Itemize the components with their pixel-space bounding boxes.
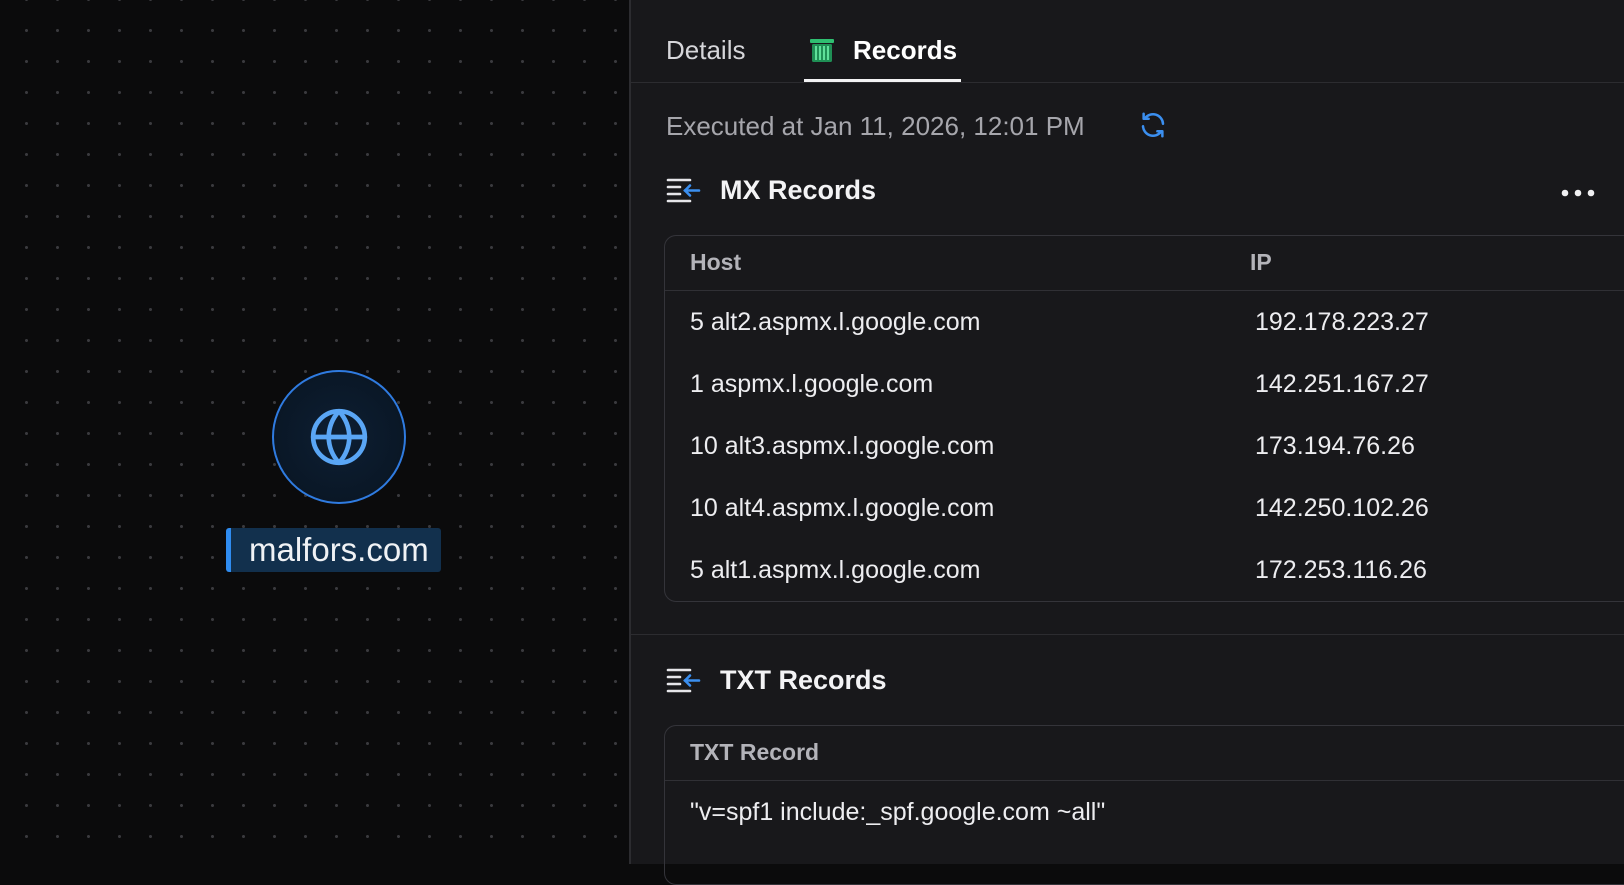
node-label[interactable]: malfors.com bbox=[226, 528, 441, 572]
host-cell: 5 alt2.aspmx.l.google.com bbox=[690, 308, 981, 336]
tab-bar: Details Records bbox=[631, 0, 1624, 83]
ip-cell: 172.253.116.26 bbox=[1255, 556, 1427, 584]
table-header: Host IP bbox=[665, 236, 1624, 291]
host-cell: 1 aspmx.l.google.com bbox=[690, 370, 934, 398]
more-options-icon[interactable] bbox=[1560, 185, 1596, 203]
node-circle[interactable] bbox=[272, 370, 406, 504]
tab-details[interactable]: Details bbox=[666, 32, 745, 82]
host-cell: 10 alt4.aspmx.l.google.com bbox=[690, 494, 995, 522]
txt-value-cell: "v=spf1 include:_spf.google.com ~all" bbox=[690, 798, 1106, 826]
table-row[interactable]: 1 aspmx.l.google.com 142.251.167.27 bbox=[665, 353, 1624, 415]
refresh-icon[interactable] bbox=[1137, 110, 1169, 145]
ip-cell: 173.194.76.26 bbox=[1255, 432, 1415, 460]
host-cell: 10 alt3.aspmx.l.google.com bbox=[690, 432, 995, 460]
table-header: TXT Record bbox=[665, 726, 1624, 781]
ip-cell: 192.178.223.27 bbox=[1255, 308, 1429, 336]
executed-timestamp: Executed at Jan 11, 2026, 12:01 PM bbox=[666, 111, 1085, 141]
tab-records[interactable]: Records bbox=[804, 32, 961, 82]
table-row[interactable]: 10 alt4.aspmx.l.google.com 142.250.102.2… bbox=[665, 477, 1624, 539]
column-header-txt-record: TXT Record bbox=[690, 739, 820, 765]
mx-records-title: MX Records bbox=[720, 175, 877, 205]
host-cell: 5 alt1.aspmx.l.google.com bbox=[690, 556, 981, 584]
records-list-icon bbox=[666, 176, 702, 211]
ip-cell: 142.250.102.26 bbox=[1255, 494, 1429, 522]
ip-cell: 142.251.167.27 bbox=[1255, 370, 1429, 398]
column-header-host: Host bbox=[690, 249, 742, 275]
table-row[interactable]: "v=spf1 include:_spf.google.com ~all" bbox=[665, 781, 1624, 843]
table-row[interactable]: 10 alt3.aspmx.l.google.com 173.194.76.26 bbox=[665, 415, 1624, 477]
records-list-icon bbox=[666, 666, 702, 701]
graph-canvas[interactable]: malfors.com bbox=[0, 0, 629, 864]
globe-icon bbox=[310, 408, 368, 466]
column-header-ip: IP bbox=[1250, 249, 1272, 275]
records-table-icon bbox=[808, 37, 836, 73]
txt-records-table: TXT Record "v=spf1 include:_spf.google.c… bbox=[664, 725, 1624, 885]
table-row[interactable]: 5 alt2.aspmx.l.google.com 192.178.223.27 bbox=[665, 291, 1624, 353]
tab-details-label: Details bbox=[666, 35, 746, 65]
section-divider bbox=[631, 634, 1624, 635]
txt-records-title: TXT Records bbox=[720, 665, 887, 695]
details-panel: Details Records Executed at Jan 11, 2026… bbox=[629, 0, 1624, 885]
table-row[interactable]: 5 alt1.aspmx.l.google.com 172.253.116.26 bbox=[665, 539, 1624, 601]
domain-node[interactable]: malfors.com bbox=[224, 370, 456, 576]
tab-records-label: Records bbox=[853, 35, 958, 65]
mx-records-table: Host IP 5 alt2.aspmx.l.google.com 192.17… bbox=[664, 235, 1624, 602]
